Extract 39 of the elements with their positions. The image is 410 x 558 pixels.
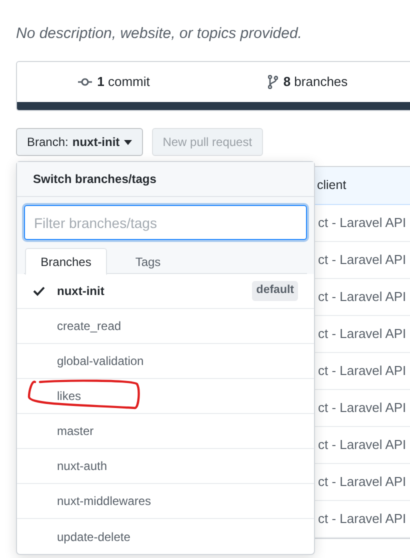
branch-item[interactable]: nuxt-middlewares bbox=[17, 484, 314, 519]
commit-message: ct - Laravel API bbox=[318, 325, 406, 344]
check-icon bbox=[33, 286, 45, 296]
commit-message: ct - Laravel API bbox=[318, 436, 406, 454]
branch-name: master bbox=[57, 423, 95, 440]
commit-message: ct - Laravel API bbox=[318, 362, 406, 380]
tab[interactable]: Branches bbox=[25, 248, 107, 275]
branch-item[interactable]: update-delete bbox=[17, 519, 314, 554]
commit-header-text: client bbox=[317, 177, 346, 194]
dropdown-title: Switch branches/tags bbox=[33, 171, 156, 188]
branch-name: nuxt-init bbox=[57, 283, 106, 300]
branch-item[interactable]: global-validation bbox=[17, 344, 314, 379]
caret-icon bbox=[124, 140, 132, 144]
branch-select-button[interactable]: Branch: nuxt-init bbox=[16, 128, 143, 156]
default-badge: default bbox=[252, 281, 298, 301]
commit-message: ct - Laravel API bbox=[318, 214, 406, 232]
commit-message: ct - Laravel API bbox=[318, 510, 406, 528]
stat-link[interactable]: 8 branches bbox=[211, 72, 405, 92]
commit-message: ct - Laravel API bbox=[318, 288, 406, 306]
filter-field[interactable]: Filter branches/tags bbox=[24, 205, 307, 240]
branch-name: nuxt-auth bbox=[57, 458, 108, 475]
commit-icon bbox=[78, 77, 92, 88]
branch-name: nuxt-middlewares bbox=[57, 493, 152, 510]
branch-item[interactable]: master bbox=[17, 414, 314, 449]
commit-message: ct - Laravel API bbox=[318, 399, 406, 418]
branch-name: create_read bbox=[57, 318, 122, 335]
branch-item[interactable]: nuxt-init default bbox=[17, 274, 314, 309]
branch-item[interactable]: likes bbox=[17, 379, 314, 414]
branch-name: likes bbox=[57, 388, 82, 405]
commit-message: ct - Laravel API bbox=[318, 473, 406, 492]
branch-name: global-validation bbox=[57, 353, 145, 370]
stat-link[interactable]: 1 commit bbox=[17, 72, 211, 92]
branch-icon bbox=[268, 75, 278, 90]
repo-description: No description, website, or topics provided. bbox=[16, 24, 303, 44]
commit-message: ct - Laravel API bbox=[318, 251, 406, 270]
branch-item[interactable]: create_read bbox=[17, 309, 314, 344]
branch-item[interactable]: nuxt-auth bbox=[17, 449, 314, 484]
branch-name: update-delete bbox=[57, 528, 132, 546]
tab[interactable]: Tags bbox=[107, 248, 189, 275]
